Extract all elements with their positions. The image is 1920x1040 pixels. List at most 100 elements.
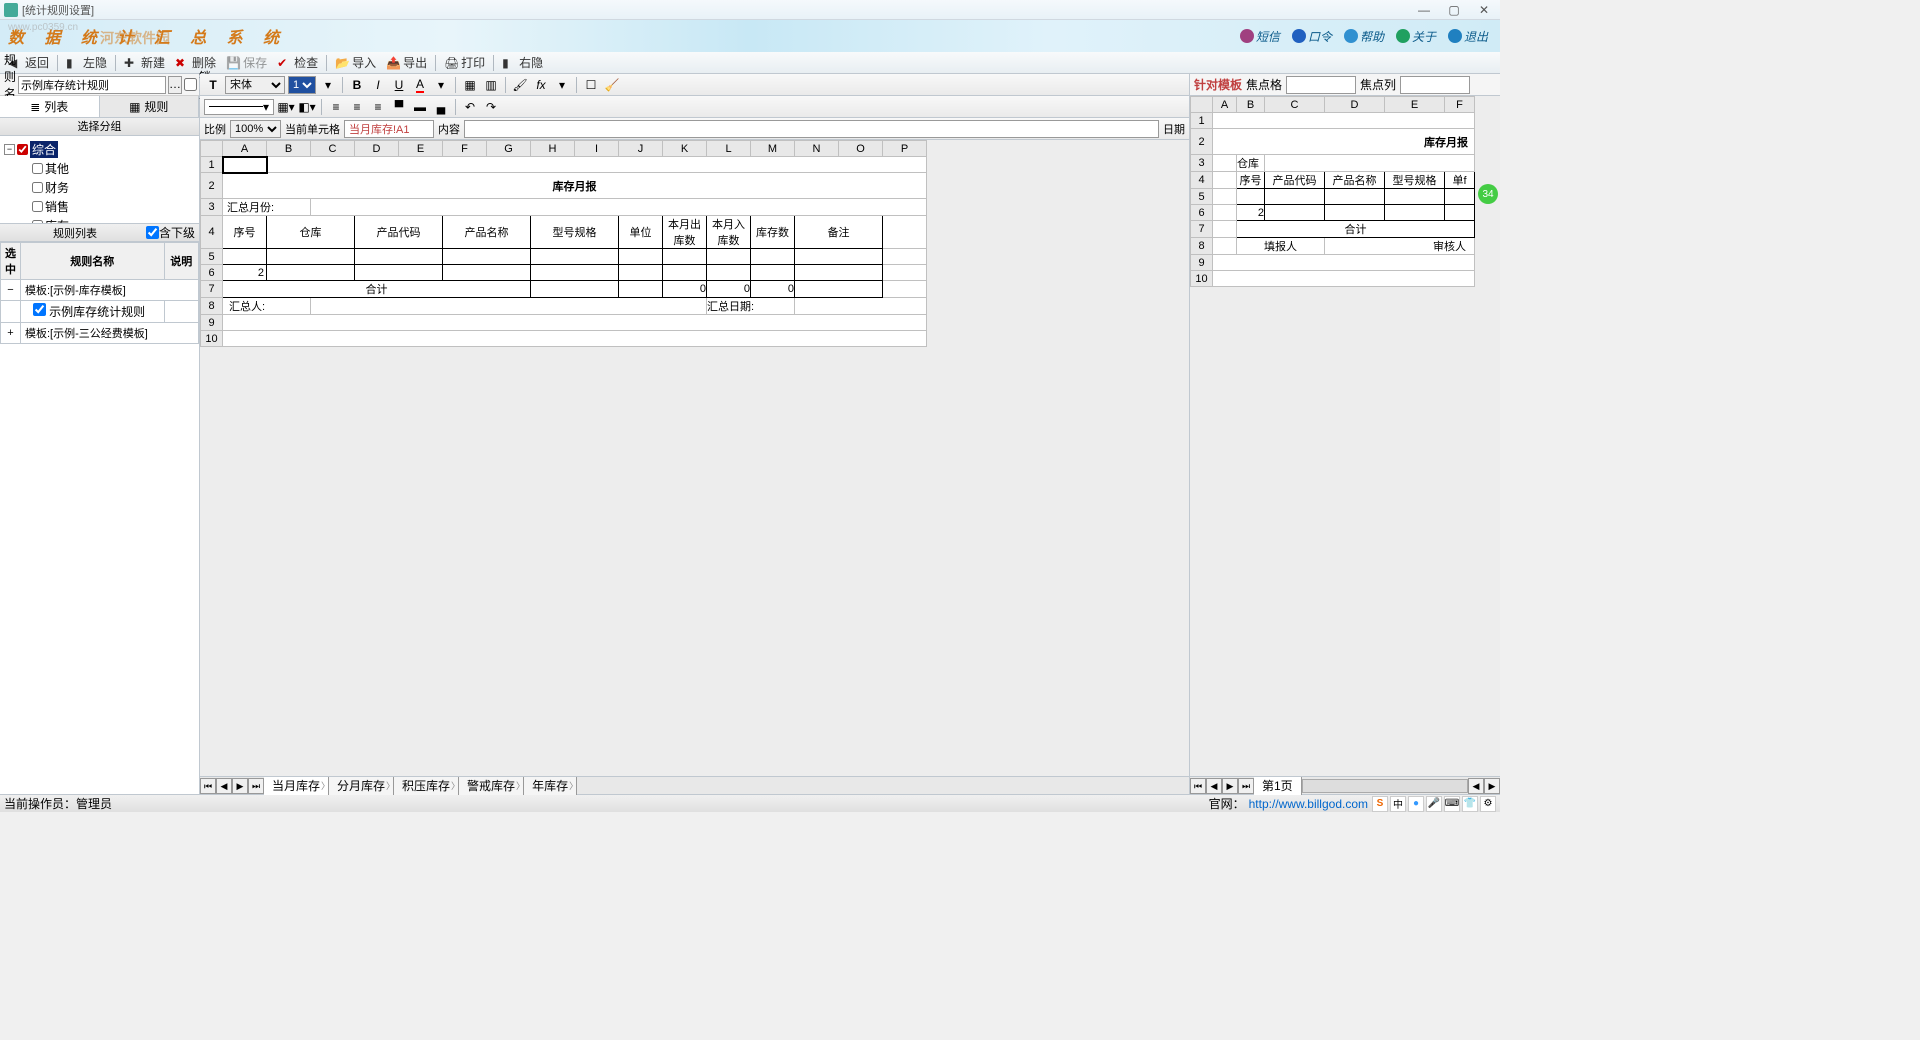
tree-node-inventory[interactable]: 库存 (32, 216, 195, 224)
ratio-select[interactable]: 100% (230, 120, 281, 138)
line-style-select[interactable]: ▾ (204, 99, 274, 115)
cell-a1[interactable] (223, 157, 267, 173)
split-button[interactable]: ▥ (482, 76, 500, 94)
rule-list-table[interactable]: 选中规则名称说明 −模板:[示例-库存模板] 示例库存统计规则 +模板:[示例-… (0, 242, 199, 794)
bold-button[interactable]: B (348, 76, 366, 94)
link-exit[interactable]: 退出 (1444, 28, 1492, 45)
tab-rule[interactable]: ▦规则 (100, 96, 200, 117)
table-row[interactable]: 示例库存统计规则 (1, 301, 199, 323)
sheet-title[interactable]: 库存月报 (223, 173, 927, 199)
sheet-tab-yearly[interactable]: 年库存 (524, 777, 577, 795)
checkbox-insert-button[interactable]: ☐ (582, 76, 600, 94)
align-top-button[interactable]: ▀ (390, 98, 408, 116)
align-middle-button[interactable]: ▬ (411, 98, 429, 116)
export-button[interactable]: 📤导出 (382, 52, 431, 73)
group-tree[interactable]: − 综合 其他 财务 销售 库存 (0, 136, 199, 224)
ime-skin-icon[interactable]: 👕 (1462, 796, 1478, 812)
tree-node-sales[interactable]: 销售 (32, 197, 195, 216)
app-banner: www.pc0359.cn 河东软件园 数 据 统 计 汇 总 系 统 短信 口… (0, 20, 1500, 52)
ime-keyboard-icon[interactable]: ⌨ (1444, 796, 1460, 812)
spreadsheet[interactable]: ABCD EFGH IJKL MNOP 1 2库存月报 3汇总月份: 4 序号 … (200, 140, 1189, 776)
tab-nav-last[interactable]: ⏭ (248, 778, 264, 794)
page-nav-prev[interactable]: ◀ (1206, 778, 1222, 794)
lock-checkbox[interactable] (184, 78, 197, 91)
tab-list[interactable]: ≣列表 (0, 96, 100, 117)
insert-button[interactable]: ▾ (553, 76, 571, 94)
cell-ref-input[interactable] (344, 120, 434, 138)
table-row[interactable]: +模板:[示例-三公经费模板] (1, 323, 199, 344)
link-about[interactable]: 关于 (1392, 28, 1440, 45)
cell-content-input[interactable] (464, 120, 1159, 138)
save-button[interactable]: 💾保存 (222, 52, 271, 73)
italic-button[interactable]: I (369, 76, 387, 94)
link-password[interactable]: 口令 (1288, 28, 1336, 45)
align-center-button[interactable]: ≡ (348, 98, 366, 116)
sheet-tab-monthly[interactable]: 分月库存 (329, 777, 394, 795)
page-nav-first[interactable]: ⏮ (1190, 778, 1206, 794)
page-nav-next[interactable]: ▶ (1222, 778, 1238, 794)
current-cell-label: 当前单元格 (285, 121, 340, 137)
font-size-select[interactable]: 10 (288, 76, 316, 94)
new-button[interactable]: ✚新建 (120, 52, 169, 73)
merge-button[interactable]: ▦ (461, 76, 479, 94)
tab-nav-prev[interactable]: ◀ (216, 778, 232, 794)
save-icon: 💾 (226, 56, 240, 70)
font-color-button[interactable]: A (411, 76, 429, 94)
right-hide-button[interactable]: ▮右隐 (498, 52, 547, 73)
scroll-left[interactable]: ◀ (1468, 778, 1484, 794)
focus-col-input[interactable] (1400, 76, 1470, 94)
tree-root[interactable]: − 综合 (4, 140, 195, 159)
ime-voice-icon[interactable]: 🎤 (1426, 796, 1442, 812)
format-painter-button[interactable]: 🖌 (511, 76, 529, 94)
border-color-button[interactable]: ◧▾ (298, 98, 316, 116)
print-button[interactable]: 🖨打印 (440, 52, 489, 73)
scroll-right[interactable]: ▶ (1484, 778, 1500, 794)
delete-button[interactable]: ✖删除 (171, 52, 220, 73)
select-all-corner[interactable] (201, 141, 223, 157)
left-hide-button[interactable]: ▮左隐 (62, 52, 111, 73)
align-left-button[interactable]: ≡ (327, 98, 345, 116)
rule-name-input[interactable] (18, 76, 166, 94)
rule-name-browse-button[interactable]: … (168, 76, 182, 94)
tab-nav-next[interactable]: ▶ (232, 778, 248, 794)
check-button[interactable]: ✔检查 (273, 52, 322, 73)
minimize-button[interactable]: — (1418, 4, 1430, 16)
align-right-button[interactable]: ≡ (369, 98, 387, 116)
sheet-tab-current[interactable]: 当月库存 (264, 777, 329, 795)
tree-node-other[interactable]: 其他 (32, 159, 195, 178)
clear-format-button[interactable]: 🧹 (603, 76, 621, 94)
ime-punct-icon[interactable]: ● (1408, 796, 1424, 812)
site-link[interactable]: http://www.billgod.com (1249, 797, 1368, 811)
page-nav-last[interactable]: ⏭ (1238, 778, 1254, 794)
import-button[interactable]: 📂导入 (331, 52, 380, 73)
tab-nav-first[interactable]: ⏮ (200, 778, 216, 794)
tree-node-finance[interactable]: 财务 (32, 178, 195, 197)
border-button[interactable]: ▦▾ (277, 98, 295, 116)
align-bottom-button[interactable]: ▄ (432, 98, 450, 116)
function-button[interactable]: fx (532, 76, 550, 94)
font-size-dropdown[interactable]: ▾ (319, 76, 337, 94)
ime-settings-icon[interactable]: ⚙ (1480, 796, 1496, 812)
font-type-icon[interactable]: T (204, 76, 222, 94)
tree-checkbox[interactable] (17, 144, 28, 155)
ime-sogou-icon[interactable]: S (1372, 796, 1388, 812)
link-sms[interactable]: 短信 (1236, 28, 1284, 45)
page-tab-1[interactable]: 第1页 (1254, 777, 1302, 795)
underline-button[interactable]: U (390, 76, 408, 94)
undo-button[interactable]: ↶ (461, 98, 479, 116)
table-row[interactable]: −模板:[示例-库存模板] (1, 280, 199, 301)
h-scrollbar[interactable] (1302, 779, 1468, 793)
sheet-tab-overstock[interactable]: 积压库存 (394, 777, 459, 795)
redo-button[interactable]: ↷ (482, 98, 500, 116)
template-preview[interactable]: A B C D E F 1 2库存月报 3仓库 4 序号 产品代码 产品名称 型… (1190, 96, 1500, 776)
close-button[interactable]: ✕ (1478, 4, 1490, 16)
font-name-select[interactable]: 宋体 (225, 76, 285, 94)
fill-color-button[interactable]: ▾ (432, 76, 450, 94)
ime-lang-icon[interactable]: 中 (1390, 796, 1406, 812)
focus-cell-input[interactable] (1286, 76, 1356, 94)
expand-icon[interactable]: − (4, 144, 15, 155)
link-help[interactable]: 帮助 (1340, 28, 1388, 45)
include-sub-checkbox[interactable] (146, 226, 159, 239)
maximize-button[interactable]: ▢ (1448, 4, 1460, 16)
sheet-tab-alert[interactable]: 警戒库存 (459, 777, 524, 795)
